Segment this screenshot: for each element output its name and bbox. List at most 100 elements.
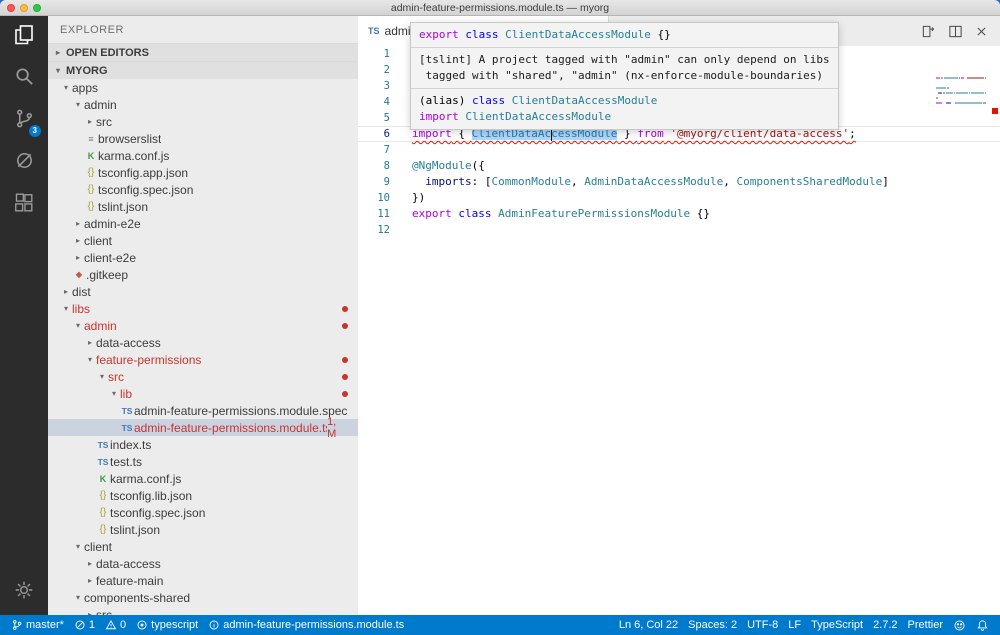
hover-diagnostic: [tslint] A project tagged with "admin" c… [411, 47, 838, 88]
code-line-10[interactable]: 10}) [358, 190, 1000, 206]
tree-folder[interactable]: ▾src [48, 368, 358, 385]
tree-folder[interactable]: ▾admin [48, 317, 358, 334]
open-changes-icon[interactable] [921, 24, 936, 39]
tree-file[interactable]: {}tslint.json [48, 521, 358, 538]
activity-item-explorer[interactable] [0, 16, 48, 58]
diagnostic-text: tagged with "shared", "admin" (nx-enforc… [419, 68, 830, 84]
code-line-7[interactable]: 7 [358, 142, 1000, 158]
tree-item-label: lib [120, 387, 132, 401]
search-icon [13, 65, 36, 93]
tree-file[interactable]: TSindex.ts [48, 436, 358, 453]
activity-item-debug[interactable] [0, 142, 48, 184]
minimize-window-button[interactable] [20, 4, 28, 12]
status-lf[interactable]: LF [783, 615, 806, 635]
tree-folder[interactable]: ▾components-shared [48, 589, 358, 606]
activity-item-extensions[interactable] [0, 184, 48, 226]
tree-file[interactable]: Kkarma.conf.js [48, 147, 358, 164]
json-file-icon: {} [96, 490, 110, 501]
diagnostic-text: [tslint] A project tagged with "admin" c… [419, 52, 830, 68]
line-number: 12 [358, 222, 404, 238]
source-control-badge: 3 [29, 125, 41, 137]
split-editor-icon[interactable] [948, 24, 963, 39]
tree-file[interactable]: {}tsconfig.app.json [48, 164, 358, 181]
code-line-12[interactable]: 12 [358, 222, 1000, 238]
tree-folder[interactable]: ▸data-access [48, 555, 358, 572]
tree-folder[interactable]: ▸src [48, 113, 358, 130]
status-typescript[interactable]: TypeScript [806, 615, 868, 635]
status-git-branch[interactable]: master* [6, 615, 69, 635]
window-title: admin-feature-permissions.module.ts — my… [0, 2, 1000, 14]
status-error[interactable]: 1 [69, 615, 100, 635]
status-spaces-2[interactable]: Spaces: 2 [683, 615, 742, 635]
tree-item-label: tsconfig.app.json [98, 166, 188, 180]
tree-folder[interactable]: ▾feature-permissions [48, 351, 358, 368]
status-utf-8[interactable]: UTF-8 [742, 615, 783, 635]
chevron-right-icon: ▸ [72, 253, 84, 262]
status-ln-6-col-22[interactable]: Ln 6, Col 22 [614, 615, 683, 635]
hover-alias: (alias) class ClientDataAccessModuleimpo… [411, 88, 838, 129]
tree-folder[interactable]: ▸data-access [48, 334, 358, 351]
overview-ruler[interactable] [990, 46, 1000, 615]
tree-file[interactable]: {}tsconfig.lib.json [48, 487, 358, 504]
status-2-7-2[interactable]: 2.7.2 [868, 615, 902, 635]
tree-file[interactable]: {}tsconfig.spec.json [48, 504, 358, 521]
chevron-right-icon: ▸ [72, 236, 84, 245]
notifications-bell-icon[interactable] [971, 615, 994, 635]
tree-folder[interactable]: ▸feature-main [48, 572, 358, 589]
close-editor-icon[interactable] [975, 25, 988, 38]
tree-folder[interactable]: ▾lib [48, 385, 358, 402]
close-window-button[interactable] [7, 4, 15, 12]
tree-file[interactable]: ◆.gitkeep [48, 266, 358, 283]
tree-folder[interactable]: ▾apps [48, 79, 358, 96]
tree-item-label: data-access [96, 557, 161, 571]
tree-file[interactable]: TSadmin-feature-permissions.module.ts1, … [48, 419, 358, 436]
hover-alias-line: (alias) class ClientDataAccessModule [419, 93, 830, 109]
open-editors-label: OPEN EDITORS [66, 47, 149, 59]
status-tslint-status[interactable]: typescript [131, 615, 203, 635]
tree-file[interactable]: {}tsconfig.spec.json [48, 181, 358, 198]
tree-file[interactable]: {}tslint.json [48, 198, 358, 215]
tree-folder[interactable]: ▸client [48, 232, 358, 249]
chevron-right-icon: ▸ [52, 48, 64, 57]
status-right: Ln 6, Col 22Spaces: 2UTF-8LFTypeScript2.… [614, 615, 994, 635]
tree-folder[interactable]: ▸src [48, 606, 358, 615]
tree-folder[interactable]: ▾libs [48, 300, 358, 317]
code-line-11[interactable]: 11export class AdminFeaturePermissionsMo… [358, 206, 1000, 222]
explorer-sidebar: EXPLORER ▸ OPEN EDITORS ▾ MYORG ▾apps▾ad… [48, 16, 358, 615]
tree-folder[interactable]: ▸dist [48, 283, 358, 300]
git-branch-icon [11, 619, 23, 631]
line-content: export class AdminFeaturePermissionsModu… [412, 206, 710, 222]
tree-item-label: client [84, 234, 112, 248]
tree-file[interactable]: ≡browserslist [48, 130, 358, 147]
tree-folder[interactable]: ▾admin [48, 96, 358, 113]
tree-file[interactable]: Kkarma.conf.js [48, 470, 358, 487]
tree-item-label: src [108, 370, 124, 384]
code-editor[interactable]: 123456import { ClientDataAccessModule } … [358, 46, 1000, 615]
feedback-smiley-icon[interactable] [948, 615, 971, 635]
tree-folder[interactable]: ▸client-e2e [48, 249, 358, 266]
maximize-window-button[interactable] [33, 4, 41, 12]
open-editors-section-header[interactable]: ▸ OPEN EDITORS [48, 43, 358, 61]
settings-gear-button[interactable] [14, 580, 34, 605]
chevron-down-icon: ▾ [72, 321, 84, 330]
tree-file[interactable]: TSadmin-feature-permissions.module.spec.… [48, 402, 358, 419]
tree-folder[interactable]: ▾client [48, 538, 358, 555]
tree-item-label: apps [72, 81, 98, 95]
status-info[interactable]: admin-feature-permissions.module.ts [203, 615, 409, 635]
tree-item-label: .gitkeep [86, 268, 128, 282]
code-line-8[interactable]: 8@NgModule({ [358, 158, 1000, 174]
workspace-section-header[interactable]: ▾ MYORG [48, 61, 358, 79]
status-warning[interactable]: 0 [100, 615, 131, 635]
tree-folder[interactable]: ▸admin-e2e [48, 215, 358, 232]
minimap[interactable] [936, 52, 986, 112]
tree-item-label: tslint.json [98, 200, 148, 214]
chevron-down-icon: ▾ [84, 355, 96, 364]
activity-item-source-control[interactable]: 3 [0, 100, 48, 142]
status-prettier[interactable]: Prettier [903, 615, 948, 635]
tree-file[interactable]: TStest.ts [48, 453, 358, 470]
code-line-9[interactable]: 9 imports: [CommonModule, AdminDataAcces… [358, 174, 1000, 190]
line-number: 8 [358, 158, 404, 174]
vscode-window: admin-feature-permissions.module.ts — my… [0, 0, 1000, 635]
activity-item-search[interactable] [0, 58, 48, 100]
line-number: 6 [358, 126, 404, 142]
